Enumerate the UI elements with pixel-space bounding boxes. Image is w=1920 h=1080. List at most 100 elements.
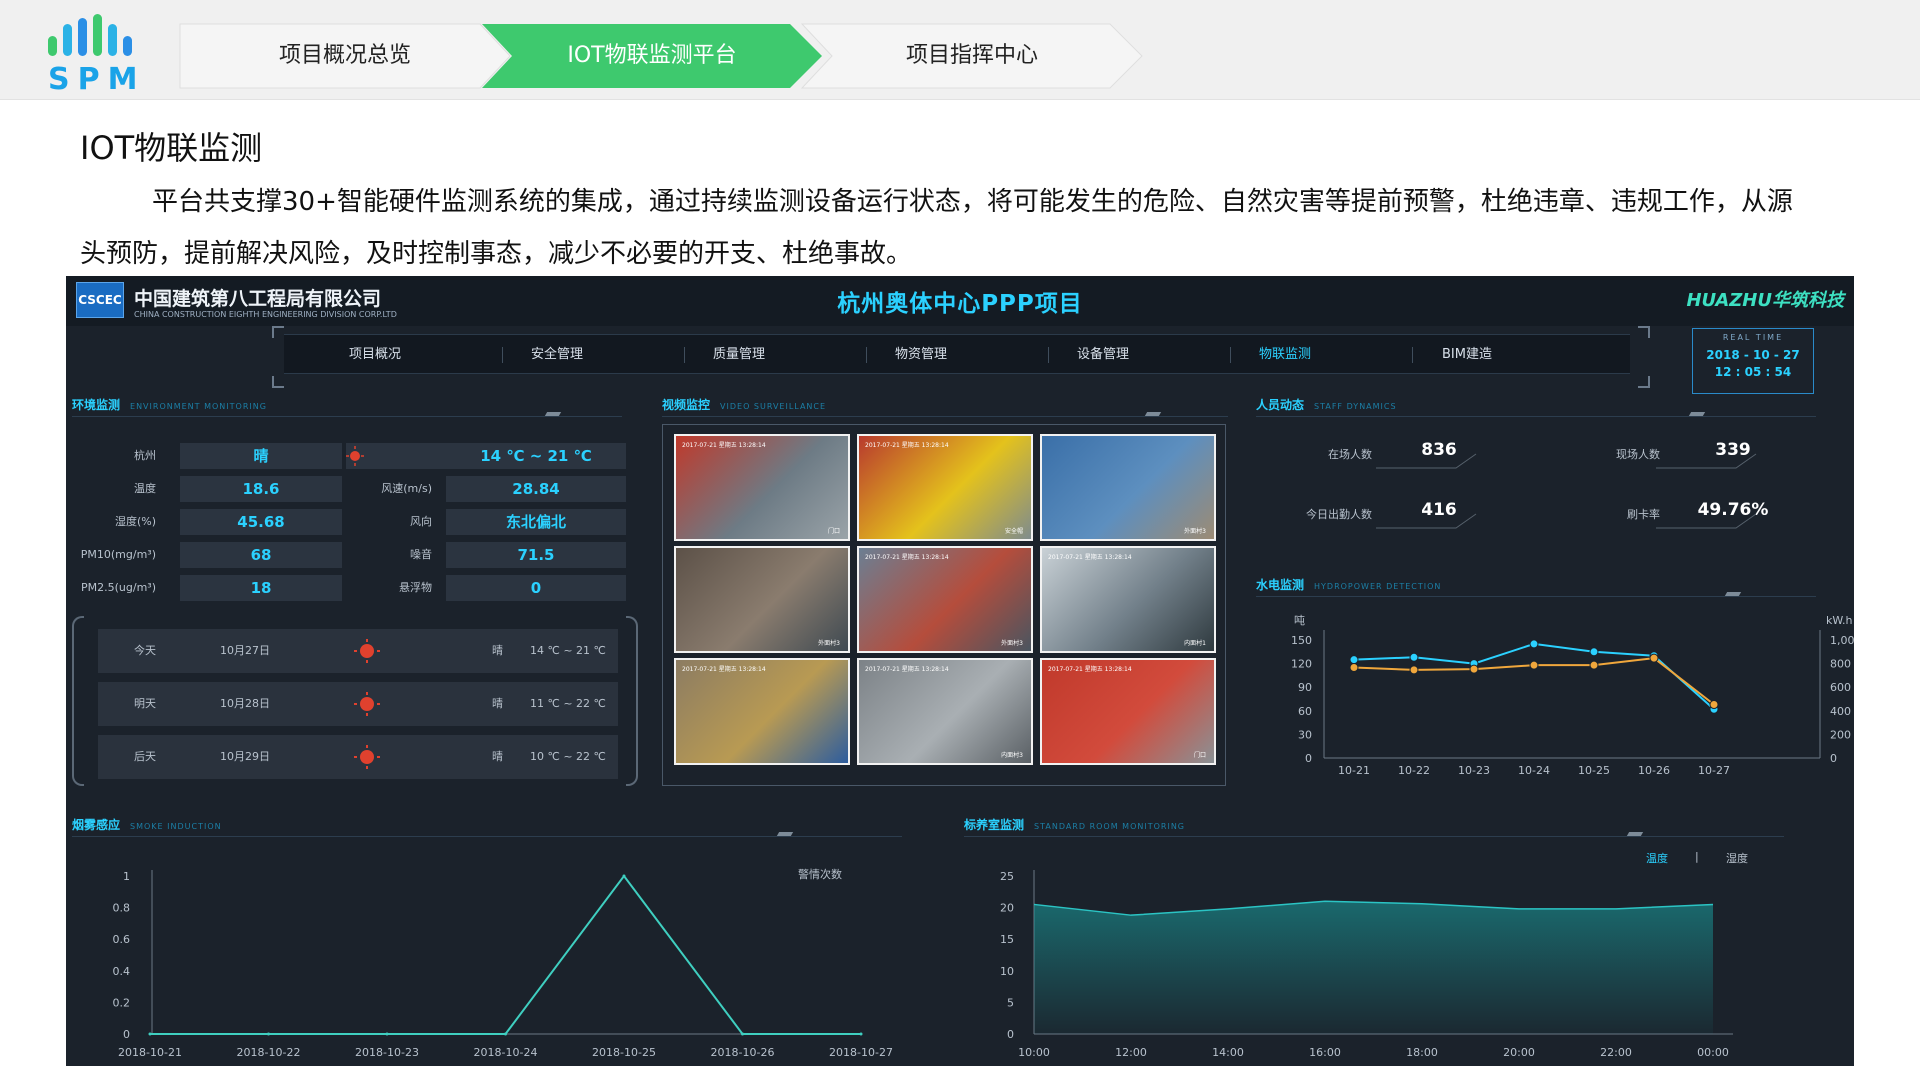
x-tick-label: 12:00	[1115, 1046, 1147, 1059]
x-tick-label: 2018-10-23	[355, 1046, 419, 1059]
y-tick-label: 90	[1298, 681, 1312, 694]
realtime-date: 2018 - 10 - 27	[1706, 348, 1800, 362]
camera-feed-thumbnail[interactable]: 2017-07-21 星期五 13:28:14 外面村3	[857, 546, 1033, 653]
y-tick-label: 150	[1291, 634, 1312, 647]
menu-iot-monitoring[interactable]: 物联监测	[1194, 335, 1376, 375]
camera-name: 门口	[827, 528, 840, 535]
smoke-chart: 0 0.2 0.4 0.6 0.8 1 2018-10-21 2018-10-22 2018-1…	[113, 867, 893, 1059]
y2-tick-label: 0	[1830, 752, 1837, 765]
camera-feed-thumbnail[interactable]: 外面村3	[674, 546, 850, 653]
x-tick-label: 2018-10-27	[829, 1046, 893, 1059]
camera-feed-thumbnail[interactable]: 外面村3	[1040, 434, 1216, 541]
data-point	[1529, 639, 1539, 649]
camera-feed-thumbnail[interactable]: 2017-07-21 星期五 13:28:14 门口	[1040, 658, 1216, 765]
forecast-weather: 晴	[492, 697, 503, 710]
panel-marker	[1688, 412, 1706, 416]
legend-label: 警情次数	[798, 867, 842, 881]
pm25-value: 18	[180, 575, 342, 601]
x-tick-label: 10-27	[1698, 764, 1730, 777]
y-tick-label: 60	[1298, 705, 1312, 718]
camera-timestamp: 2017-07-21 星期五 13:28:14	[682, 666, 766, 673]
camera-name: 内面村3	[1001, 752, 1023, 759]
hydro-title: 水电监测	[1256, 578, 1305, 592]
x-tick-label: 10-22	[1398, 764, 1430, 777]
forecast-weather: 晴	[492, 644, 503, 657]
data-point	[148, 1032, 152, 1036]
forecast-bracket	[626, 616, 638, 786]
forecast-day: 后天	[134, 750, 156, 763]
camera-feed-thumbnail[interactable]: 2017-07-21 星期五 13:28:14 安全帽	[857, 434, 1033, 541]
menu-quality[interactable]: 质量管理	[648, 335, 830, 375]
room-subtitle: STANDARD ROOM MONITORING	[1034, 822, 1185, 831]
data-point	[1469, 664, 1479, 674]
x-tick-label: 2018-10-25	[592, 1046, 656, 1059]
spm-logo[interactable]: SPM	[40, 10, 160, 97]
x-tick-label: 10-23	[1458, 764, 1490, 777]
y2-tick-label: 200	[1830, 728, 1851, 741]
hydro-subtitle: HYDROPOWER DETECTION	[1314, 582, 1442, 591]
tsp-value: 0	[446, 575, 626, 601]
y-axis-unit: 吨	[1294, 614, 1305, 627]
menu-safety[interactable]: 安全管理	[466, 335, 648, 375]
smoke-subtitle: SMOKE INDUCTION	[130, 822, 222, 831]
menu-materials[interactable]: 物资管理	[830, 335, 1012, 375]
city-label: 杭州	[134, 449, 156, 462]
y-tick-label: 20	[1000, 902, 1014, 915]
x-tick-label: 2018-10-22	[237, 1046, 301, 1059]
realtime-label: REAL TIME	[1722, 333, 1784, 342]
tab-command-center[interactable]: 项目指挥中心	[800, 23, 1143, 89]
camera-feed-thumbnail[interactable]: 2017-07-21 星期五 13:28:14 门口	[674, 434, 850, 541]
panel-marker	[776, 832, 794, 836]
humidity-value: 45.68	[180, 509, 342, 535]
menu-equipment[interactable]: 设备管理	[1012, 335, 1194, 375]
data-point	[385, 1032, 389, 1036]
project-title: 杭州奥体中心PPP项目	[837, 291, 1083, 317]
x-tick-label: 16:00	[1309, 1046, 1341, 1059]
pm10-value: 68	[180, 542, 342, 568]
y-tick-label: 0	[1305, 752, 1312, 765]
forecast-temp: 10 ℃ ~ 22 ℃	[530, 750, 606, 763]
x-tick-label: 00:00	[1697, 1046, 1729, 1059]
x-tick-label: 10-26	[1638, 764, 1670, 777]
panel-underline	[662, 416, 1228, 417]
module-menu: 项目概况 安全管理 质量管理 物资管理 设备管理 物联监测 BIM建造	[284, 334, 1630, 374]
forecast-temp: 14 ℃ ~ 21 ℃	[530, 644, 606, 657]
camera-timestamp: 2017-07-21 星期五 13:28:14	[682, 442, 766, 449]
data-point	[267, 1032, 270, 1036]
temp-range: 14 ℃ ~ 21 ℃	[446, 443, 626, 469]
forecast-temp: 11 ℃ ~ 22 ℃	[530, 697, 606, 710]
staff-subtitle: STAFF DYNAMICS	[1314, 402, 1397, 411]
camera-timestamp: 2017-07-21 星期五 13:28:14	[1048, 666, 1132, 673]
camera-name: 门口	[1193, 752, 1206, 759]
series-line	[1353, 642, 1715, 710]
data-point	[859, 1032, 863, 1036]
noise-label: 噪音	[410, 548, 432, 561]
tab-iot-platform[interactable]: IOT物联监测平台	[482, 24, 822, 88]
standard-room-chart: 0 5 10 15 20 25 10:00 12:00 14:00 16:00 18:00 20:00…	[1000, 870, 1733, 1059]
menu-bim[interactable]: BIM建造	[1376, 335, 1558, 375]
camera-feed-thumbnail[interactable]: 2017-07-21 星期五 13:28:14	[674, 658, 850, 765]
frame-corner	[1638, 376, 1650, 388]
wind-speed-label: 风速(m/s)	[381, 482, 432, 495]
env-panel-title: 环境监测 ENVIRONMENT MONITORING	[72, 396, 267, 413]
frame-corner	[272, 376, 284, 388]
x-tick-label: 22:00	[1600, 1046, 1632, 1059]
panel-underline	[1256, 596, 1816, 597]
panel-marker	[544, 412, 562, 416]
y-tick-label: 0.4	[113, 965, 131, 978]
data-point	[1589, 660, 1599, 670]
data-point	[1589, 647, 1599, 657]
realtime-clock: REAL TIME 2018 - 10 - 27 12 : 05 : 54	[1692, 328, 1814, 394]
y-tick-label: 30	[1298, 728, 1312, 741]
pm25-label: PM2.5(ug/m³)	[81, 581, 156, 594]
data-point	[622, 874, 626, 878]
camera-feed-thumbnail[interactable]: 2017-07-21 星期五 13:28:14 内面村1	[1040, 546, 1216, 653]
tab-project-overview[interactable]: 项目概况总览	[179, 23, 511, 89]
menu-project-overview[interactable]: 项目概况	[284, 335, 466, 375]
camera-timestamp: 2017-07-21 星期五 13:28:14	[865, 666, 949, 673]
noise-value: 71.5	[446, 542, 626, 568]
camera-feed-thumbnail[interactable]: 2017-07-21 星期五 13:28:14 内面村3	[857, 658, 1033, 765]
wind-direction-label: 风向	[410, 515, 432, 528]
x-tick-label: 2018-10-24	[474, 1046, 538, 1059]
brand-logo: HUAZHU华筑科技	[1686, 290, 1844, 311]
